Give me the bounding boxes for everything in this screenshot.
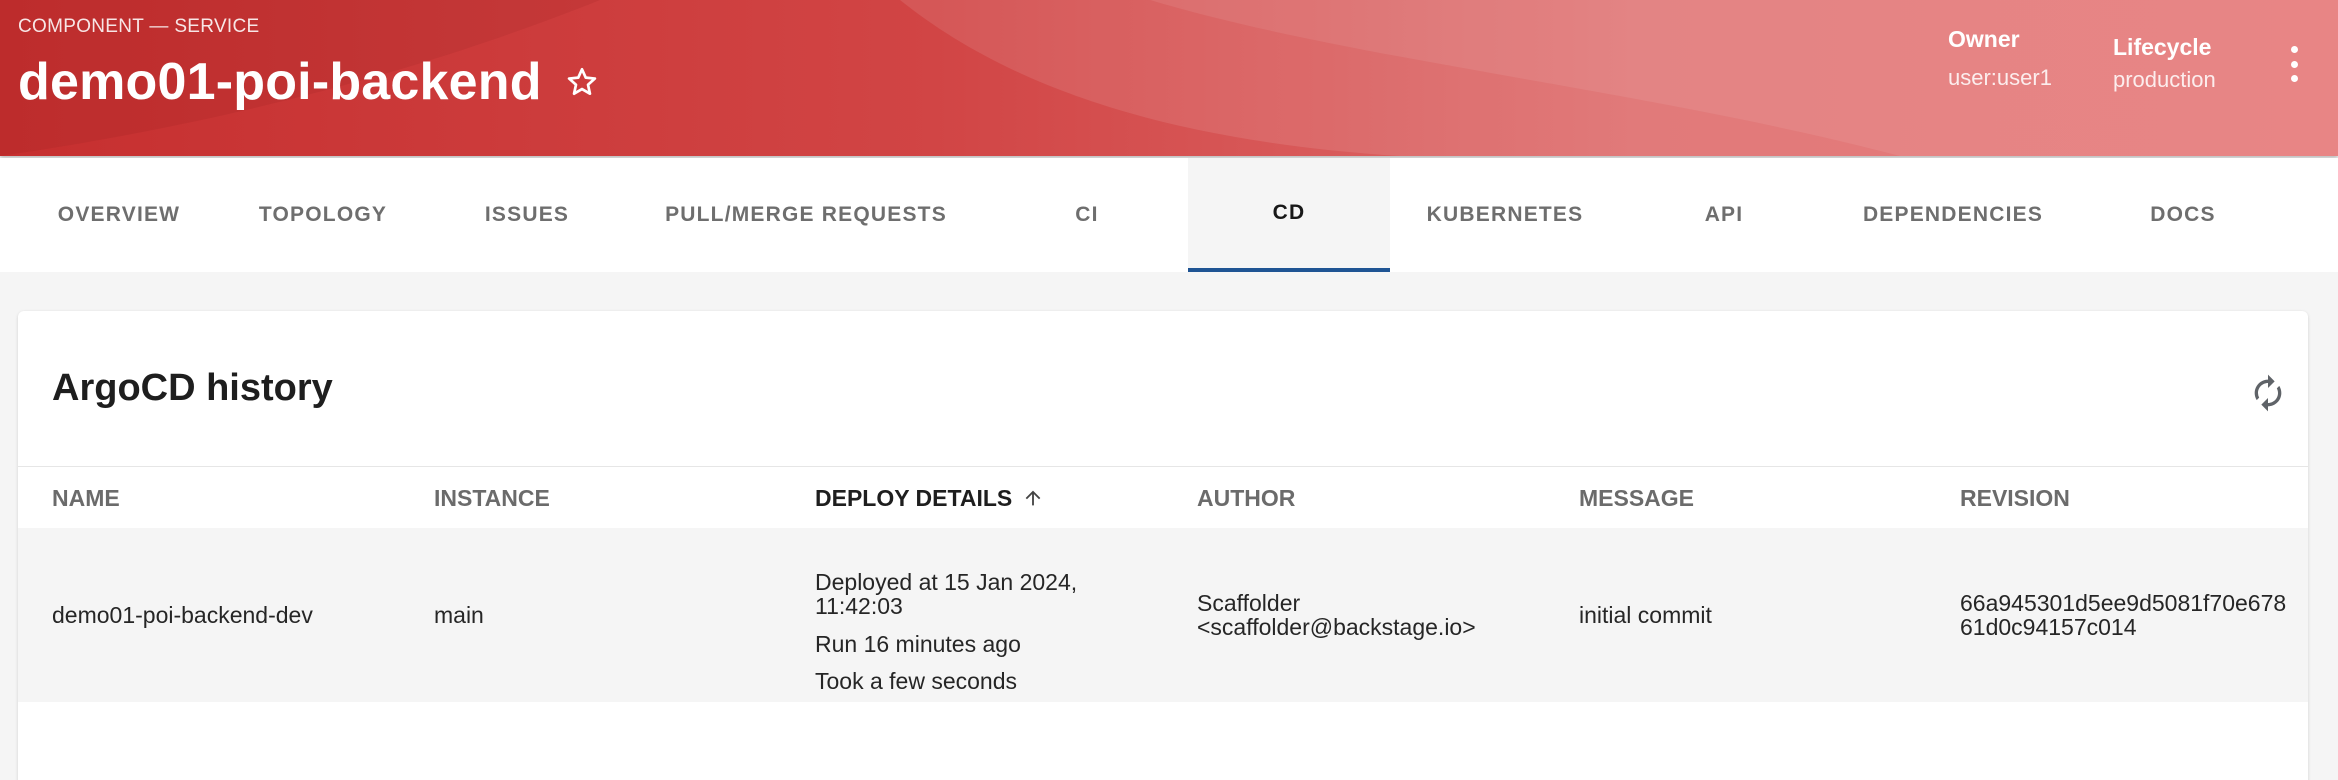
cell-name: demo01-poi-backend-dev — [52, 602, 313, 628]
page-title: demo01-poi-backend — [18, 53, 542, 111]
column-header-message[interactable]: MESSAGE — [1579, 467, 1694, 529]
tab-pull-merge-requests[interactable]: PULL/MERGE REQUESTS — [646, 158, 966, 272]
tab-overview[interactable]: OVERVIEW — [24, 158, 214, 272]
column-header-name[interactable]: NAME — [52, 467, 120, 529]
star-icon[interactable] — [564, 64, 600, 100]
tab-issues[interactable]: ISSUES — [436, 158, 618, 272]
owner-label: Owner — [1948, 26, 2020, 52]
cell-revision: 66a945301d5ee9d5081f70e67861d0c94157c014 — [1960, 590, 2287, 640]
lifecycle-label: Lifecycle — [2113, 34, 2212, 60]
column-header-author[interactable]: AUTHOR — [1197, 467, 1295, 529]
sort-ascending-icon — [1022, 487, 1044, 509]
tab-kubernetes[interactable]: KUBERNETES — [1394, 158, 1616, 272]
cell-author: Scaffolder <scaffolder@backstage.io> — [1197, 590, 1476, 640]
card-title: ArgoCD history — [52, 367, 333, 409]
column-header-deploy-details-label: DEPLOY DETAILS — [815, 484, 1013, 511]
cell-instance: main — [434, 602, 484, 628]
tab-bar: OVERVIEW TOPOLOGY ISSUES PULL/MERGE REQU… — [0, 158, 2338, 272]
lifecycle-value: production — [2113, 67, 2216, 92]
lifecycle-info: Lifecycle production — [2113, 34, 2216, 93]
cell-deployed-at: Deployed at 15 Jan 2024, 11:42:03 — [815, 569, 1078, 619]
table-row[interactable]: demo01-poi-backend-dev main Deployed at … — [18, 528, 2308, 702]
entity-kind-label: COMPONENT — SERVICE — [18, 16, 260, 37]
owner-value[interactable]: user:user1 — [1948, 65, 2052, 91]
owner-info: Owner user:user1 — [1948, 26, 2052, 91]
column-header-instance[interactable]: INSTANCE — [434, 467, 550, 529]
refresh-icon[interactable] — [2248, 373, 2288, 413]
table-header: NAME INSTANCE DEPLOY DETAILS AUTHOR MESS… — [18, 466, 2308, 528]
tab-api[interactable]: API — [1622, 158, 1826, 272]
tab-ci[interactable]: CI — [1006, 158, 1168, 272]
column-header-deploy-details[interactable]: DEPLOY DETAILS — [815, 467, 1044, 529]
argocd-history-card: ArgoCD history NAME INSTANCE DEPLOY DETA… — [18, 311, 2308, 780]
more-options-icon[interactable] — [2286, 46, 2302, 82]
tab-cd[interactable]: CD — [1188, 158, 1390, 272]
cell-duration: Took a few seconds — [815, 668, 1018, 694]
cell-run-time: Run 16 minutes ago — [815, 631, 1021, 657]
column-header-revision[interactable]: REVISION — [1960, 467, 2070, 529]
cell-message: initial commit — [1579, 602, 1712, 628]
tab-topology[interactable]: TOPOLOGY — [230, 158, 416, 272]
tab-dependencies[interactable]: DEPENDENCIES — [1842, 158, 2064, 272]
entity-header: COMPONENT — SERVICE demo01-poi-backend O… — [0, 0, 2338, 156]
tab-docs[interactable]: DOCS — [2086, 158, 2280, 272]
